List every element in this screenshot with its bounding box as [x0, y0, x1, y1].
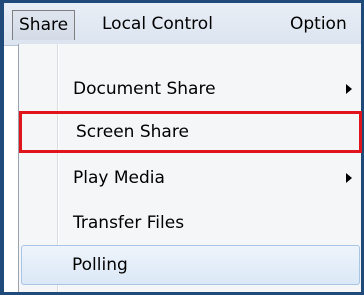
menu-item-label: Play Media — [73, 168, 165, 188]
submenu-arrow-icon — [346, 84, 352, 94]
menu-item-transfer-files[interactable]: Transfer Files — [21, 202, 360, 244]
share-dropdown-menu: Document Share Screen Share Play Media T… — [18, 44, 362, 292]
submenu-arrow-icon — [346, 173, 352, 183]
menu-share[interactable]: Share — [12, 10, 76, 40]
menu-item-label: Polling — [72, 255, 128, 275]
menu-local-control[interactable]: Local Control — [96, 10, 219, 38]
menu-item-label: Transfer Files — [73, 213, 185, 233]
menu-item-label: Screen Share — [76, 122, 189, 142]
menu-option[interactable]: Option — [284, 10, 353, 38]
menu-item-document-share[interactable]: Document Share — [21, 68, 360, 110]
menu-item-play-media[interactable]: Play Media — [21, 157, 360, 199]
menu-item-polling[interactable]: Polling — [21, 245, 360, 285]
menu-item-label: Document Share — [73, 79, 216, 99]
menu-bar: Share Local Control Option — [4, 0, 361, 46]
app-window: Share Local Control Option Document Shar… — [0, 0, 364, 295]
menu-item-screen-share[interactable]: Screen Share — [19, 111, 362, 153]
